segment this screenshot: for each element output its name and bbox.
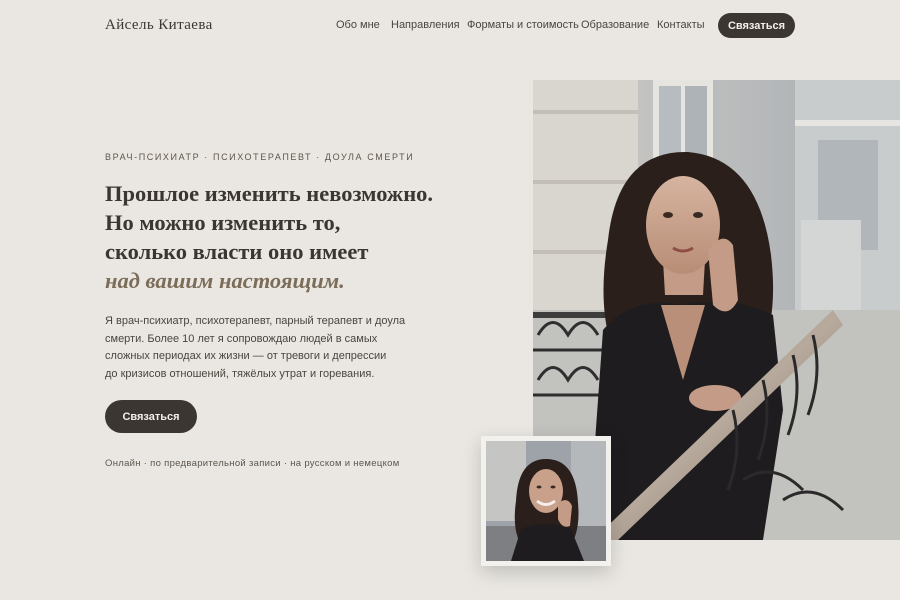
intro-line: до кризисов отношений, тяжёлых утрат и г… xyxy=(105,367,375,380)
headline-line: сколько власти оно имеет xyxy=(105,239,369,264)
intro-line: смерти. Более 10 лет я сопровождаю людей… xyxy=(105,332,378,345)
portrait-smiling-illustration xyxy=(486,441,606,561)
nav-item-about[interactable]: Обо мне xyxy=(336,19,380,31)
nav-item-education[interactable]: Образование xyxy=(581,19,649,31)
header-contact-button[interactable]: Связаться xyxy=(718,13,795,38)
site-header: Айсель Китаева Обо мне Направления Форма… xyxy=(0,0,900,52)
hero-intro: Я врач-психиатр, психотерапевт, парный т… xyxy=(105,313,415,383)
portrait-small-photo xyxy=(486,441,606,561)
hero-meta-info: Онлайн · по предварительной записи · на … xyxy=(105,458,400,469)
hero-eyebrow: ВРАЧ-ПСИХИАТР · ПСИХОТЕРАПЕВТ · ДОУЛА СМ… xyxy=(105,152,415,162)
hero-contact-button[interactable]: Связаться xyxy=(105,400,197,433)
hero-headline: Прошлое изменить невозможно. Но можно из… xyxy=(105,179,505,295)
headline-line: Но можно изменить то, xyxy=(105,210,341,235)
headline-accent: над вашим настоящим. xyxy=(105,268,345,293)
headline-line: Прошлое изменить невозможно. xyxy=(105,181,434,206)
intro-line: Я врач-психиатр, психотерапевт, парный т… xyxy=(105,315,406,327)
nav-item-contacts[interactable]: Контакты xyxy=(657,19,705,31)
portrait-small-frame xyxy=(481,436,611,566)
intro-line: сложных периодах их жизни — от тревоги и… xyxy=(105,350,387,362)
nav-item-directions[interactable]: Направления xyxy=(391,19,460,31)
nav-item-formats-pricing[interactable]: Форматы и стоимость xyxy=(467,19,579,31)
